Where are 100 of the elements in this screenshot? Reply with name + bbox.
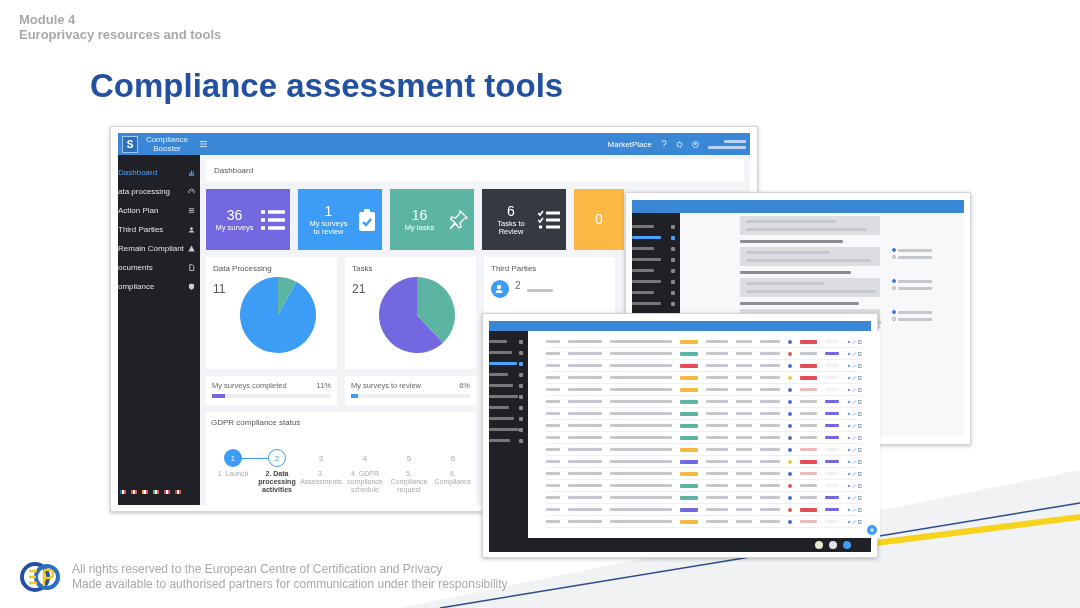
blurred-text	[736, 340, 752, 343]
sidebar-item[interactable]: Dashboard	[118, 163, 200, 182]
blurred-text	[546, 484, 560, 487]
help-icon[interactable]	[661, 140, 667, 148]
flag-icon[interactable]	[153, 490, 159, 494]
user-icon[interactable]	[692, 140, 699, 148]
blurred-text	[610, 388, 672, 391]
flag-icon[interactable]	[131, 490, 137, 494]
blurred-text	[760, 436, 780, 439]
menu-item-icon	[671, 268, 675, 273]
sidebar-item[interactable]: Third Parties	[118, 220, 200, 239]
settings-icon[interactable]	[676, 140, 683, 148]
tile-value: 36	[226, 207, 243, 224]
blurred-text	[800, 448, 817, 451]
blurred-text	[736, 520, 752, 523]
step-marker[interactable]: 5	[400, 449, 418, 467]
chart-icon	[188, 169, 195, 176]
card-count: 11	[213, 282, 227, 298]
blurred-text	[632, 280, 661, 283]
row-actions-icon[interactable]	[847, 495, 862, 500]
row-actions-icon[interactable]	[847, 375, 862, 380]
sidebar-item[interactable]: Action Plan	[118, 201, 200, 220]
sidebar-item[interactable]: ompliance	[118, 277, 200, 296]
blurred-text	[610, 376, 672, 379]
blurred-text	[632, 269, 654, 272]
sidebar-item[interactable]: ocuments	[118, 258, 200, 277]
row-actions-icon[interactable]	[847, 423, 862, 428]
blurred-text	[489, 428, 519, 431]
row-actions-icon[interactable]	[847, 363, 862, 368]
row-actions-icon[interactable]	[847, 399, 862, 404]
step-marker[interactable]: 6	[444, 449, 462, 467]
blurred-text	[546, 448, 560, 451]
radio-button[interactable]	[892, 279, 896, 283]
sidebar-item[interactable]: Remain Compliant	[118, 239, 200, 258]
blurred-text	[568, 352, 602, 355]
blurred-text	[632, 236, 661, 239]
row-actions-icon[interactable]	[847, 483, 862, 488]
blurred-text	[568, 484, 602, 487]
row-actions-icon[interactable]	[847, 459, 862, 464]
step-marker[interactable]: 2	[268, 449, 286, 467]
blurred-text	[568, 412, 602, 415]
blurred-text	[610, 400, 672, 403]
flag-icon[interactable]	[175, 490, 181, 494]
blurred-text	[736, 484, 752, 487]
radio-button[interactable]	[892, 248, 896, 252]
blurred-text	[800, 424, 817, 427]
blurred-text	[568, 496, 602, 499]
blurred-text	[489, 351, 512, 354]
blurred-text	[760, 340, 780, 343]
blurred-text	[568, 340, 602, 343]
blurred-text	[568, 508, 602, 511]
blurred-text	[489, 417, 514, 420]
sidebar-item[interactable]: ata processing	[118, 182, 200, 201]
blurred-text	[489, 362, 517, 365]
menu-item-icon	[671, 301, 675, 306]
step-marker[interactable]: 4	[356, 449, 374, 467]
blurred-text	[489, 406, 509, 409]
blurred-text	[610, 412, 672, 415]
blurred-text	[546, 424, 560, 427]
add-button[interactable]	[867, 525, 877, 535]
blurred-text	[546, 496, 560, 499]
list-icon	[188, 207, 195, 214]
card-title: GDPR compliance status	[211, 418, 302, 427]
row-actions-icon[interactable]	[847, 519, 862, 524]
marketplace-link[interactable]: MarketPlace	[607, 139, 652, 149]
menu-item-icon	[671, 235, 675, 240]
menu-item-icon	[671, 279, 675, 284]
blurred-text	[800, 436, 817, 439]
footer-text: Made available to authorised partners for communication under their responsibility	[72, 577, 508, 592]
flag-icon[interactable]	[142, 490, 148, 494]
blurred-text	[760, 520, 780, 523]
checklist-icon	[538, 209, 560, 230]
app-logo: S	[122, 135, 138, 153]
blurred-text	[632, 247, 654, 250]
step-marker[interactable]: 3	[312, 449, 330, 467]
blurred-text	[760, 484, 780, 487]
blurred-text	[760, 508, 780, 511]
flag-icon[interactable]	[120, 490, 126, 494]
flag-icon[interactable]	[164, 490, 170, 494]
radio-button[interactable]	[892, 310, 896, 314]
blurred-text	[736, 424, 752, 427]
row-actions-icon[interactable]	[847, 507, 862, 512]
row-actions-icon[interactable]	[847, 471, 862, 476]
row-actions-icon[interactable]	[847, 387, 862, 392]
blurred-text	[632, 291, 654, 294]
blurred-text	[706, 424, 728, 427]
row-actions-icon[interactable]	[847, 351, 862, 356]
blurred-text	[898, 255, 932, 259]
blurred-text	[706, 352, 728, 355]
blurred-text	[568, 364, 602, 367]
blurred-text	[706, 364, 728, 367]
card-title: Third Parties	[491, 264, 538, 273]
row-actions-icon[interactable]	[847, 447, 862, 452]
menu-icon[interactable]	[200, 141, 207, 147]
blurred-text	[568, 436, 602, 439]
row-actions-icon[interactable]	[847, 435, 862, 440]
row-actions-icon[interactable]	[847, 339, 862, 344]
menu-item-icon	[519, 383, 523, 388]
row-actions-icon[interactable]	[847, 411, 862, 416]
blurred-text	[706, 436, 728, 439]
